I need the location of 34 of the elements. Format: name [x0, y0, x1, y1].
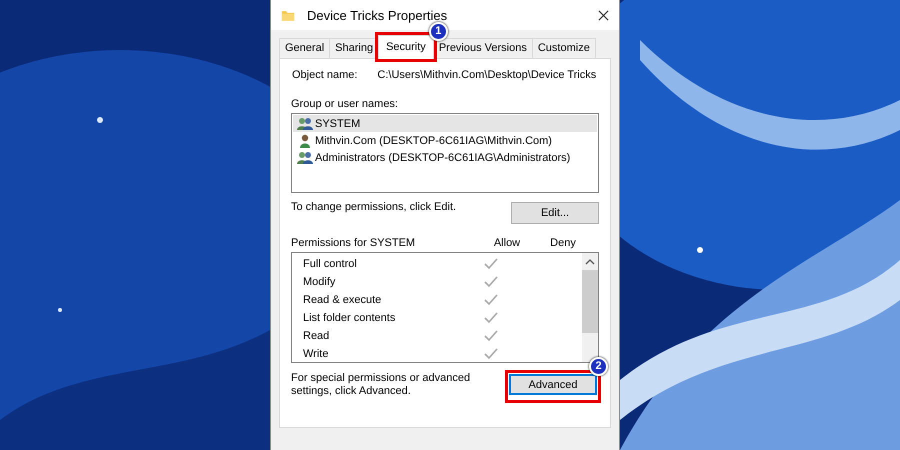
group-list-label: Group or user names: [291, 98, 399, 110]
folder-icon [281, 8, 295, 22]
window-title: Device Tricks Properties [307, 8, 448, 22]
edit-button[interactable]: Edit... [511, 202, 599, 224]
advanced-button[interactable]: Advanced [509, 374, 597, 395]
tab[interactable]: General [279, 38, 330, 58]
group-list-item[interactable]: Administrators (DESKTOP-6C61IAG\Administrators) [293, 149, 597, 166]
deny-column-header: Deny [549, 237, 577, 249]
permission-name: List folder contents [303, 312, 396, 324]
advanced-hint: For special permissions or advanced settings, click Advanced. [291, 372, 472, 399]
scroll-up-icon[interactable] [585, 259, 595, 265]
edit-hint: To change permissions, click Edit. [291, 201, 456, 213]
scrollbar[interactable] [582, 253, 598, 362]
permission-name: Modify [303, 276, 336, 288]
tab[interactable]: Customize [532, 38, 596, 58]
object-name-label: Object name: [292, 69, 358, 81]
permissions-label: Permissions for SYSTEM [291, 237, 416, 249]
allow-column-header: Allow [492, 237, 522, 249]
tab[interactable]: Security [378, 35, 434, 59]
permission-name: Full control [303, 258, 358, 270]
step-badge: 2 [589, 357, 608, 376]
users-icon [297, 150, 313, 164]
group-list-item[interactable]: Mithvin.Com (DESKTOP-6C61IAG\Mithvin.Com) [293, 132, 597, 149]
object-name-value: C:\Users\Mithvin.Com\Desktop\Device Tricks [377, 69, 596, 81]
permission-name: Write [303, 348, 330, 360]
group-list-item[interactable]: SYSTEM [293, 115, 597, 132]
permission-name: Read & execute [303, 294, 382, 306]
group-name: Mithvin.Com (DESKTOP-6C61IAG\Mithvin.Com) [315, 134, 552, 146]
group-name: SYSTEM [315, 118, 360, 130]
users-icon [297, 116, 313, 130]
permission-name: Read [303, 330, 330, 342]
close-icon[interactable] [598, 10, 609, 20]
user-icon [297, 134, 313, 148]
group-name: Administrators (DESKTOP-6C61IAG\Administrators) [315, 152, 570, 164]
